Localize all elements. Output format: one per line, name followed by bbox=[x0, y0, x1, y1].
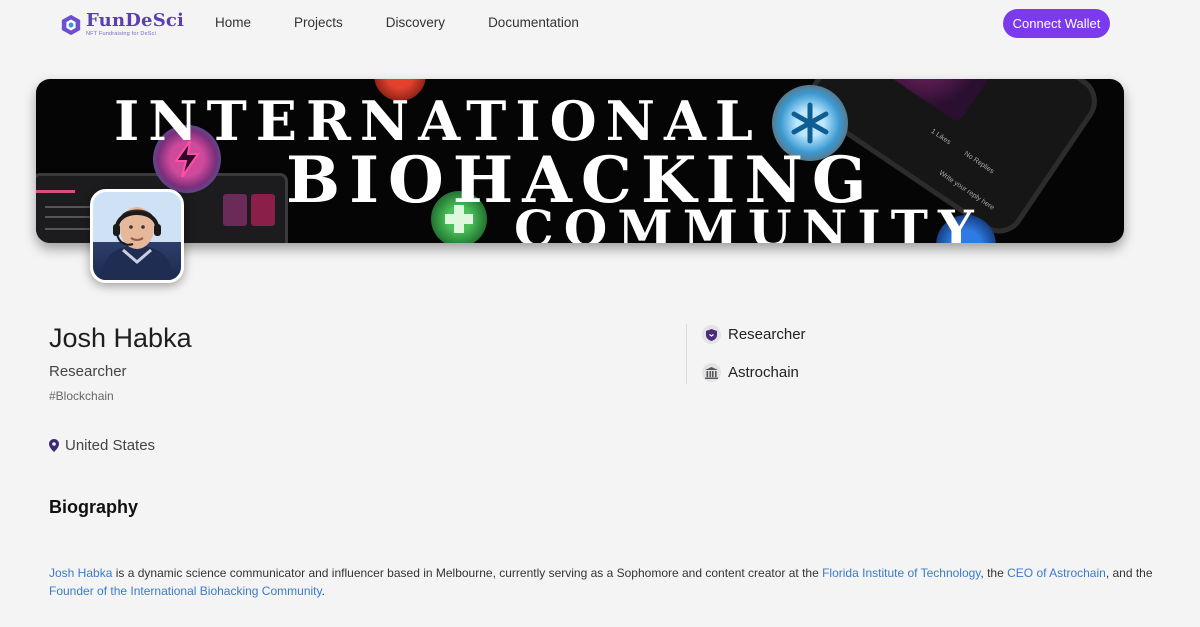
shield-icon bbox=[702, 325, 721, 344]
connect-wallet-button[interactable]: Connect Wallet bbox=[1003, 9, 1110, 38]
meta-occupation-label: Researcher bbox=[728, 326, 806, 343]
logo-hexagon-icon bbox=[61, 14, 81, 35]
phone-replies: No Replies bbox=[962, 150, 995, 176]
bio-text-3: , and the bbox=[1105, 566, 1153, 580]
logo-name: FunDeSci bbox=[86, 10, 185, 31]
profile-tag[interactable]: #Blockchain bbox=[49, 389, 114, 403]
phone-likes: 1 Likes bbox=[929, 128, 952, 147]
meta-organization-label: Astrochain bbox=[728, 364, 799, 381]
fundesci-logo[interactable]: FunDeSci NFT Fundraising for DeSci bbox=[60, 12, 184, 38]
profile-banner: 1 Likes No Replies Write your reply here… bbox=[36, 79, 1124, 243]
location-pin-icon bbox=[49, 439, 59, 452]
biography-text: Josh Habka is a dynamic science communic… bbox=[49, 564, 1159, 600]
bio-text-1: is a dynamic science communicator and in… bbox=[112, 566, 823, 580]
info-divider bbox=[686, 324, 687, 384]
bio-link-name[interactable]: Josh Habka bbox=[49, 566, 112, 580]
bio-text-2: , the bbox=[980, 566, 1008, 580]
logo-tagline: NFT Fundraising for DeSci bbox=[86, 31, 157, 37]
main-nav: Home Projects Discovery Documentation bbox=[215, 15, 622, 30]
nav-projects[interactable]: Projects bbox=[294, 15, 343, 30]
nav-home[interactable]: Home bbox=[215, 15, 251, 30]
bio-link-community[interactable]: Founder of the International Biohacking … bbox=[49, 584, 322, 598]
biography-heading: Biography bbox=[49, 497, 139, 517]
profile-avatar bbox=[90, 189, 184, 283]
meta-organization: Astrochain bbox=[702, 363, 799, 382]
snowflake-icon bbox=[791, 102, 829, 144]
profile-role: Researcher bbox=[49, 363, 127, 380]
meta-occupation: Researcher bbox=[702, 325, 806, 344]
bio-link-astrochain[interactable]: CEO of Astrochain bbox=[1007, 566, 1106, 580]
person-photo bbox=[93, 192, 181, 280]
banner-line-3: COMMUNITY bbox=[514, 199, 984, 243]
bio-text-4: . bbox=[321, 584, 325, 598]
profile-location: United States bbox=[49, 437, 155, 454]
institution-icon bbox=[702, 363, 721, 382]
nav-documentation[interactable]: Documentation bbox=[488, 15, 579, 30]
nav-discovery[interactable]: Discovery bbox=[386, 15, 445, 30]
location-text: United States bbox=[65, 437, 156, 454]
profile-name: Josh Habka bbox=[49, 323, 192, 353]
bio-link-university[interactable]: Florida Institute of Technology bbox=[822, 566, 980, 580]
top-header: FunDeSci NFT Fundraising for DeSci Home … bbox=[0, 0, 1200, 48]
